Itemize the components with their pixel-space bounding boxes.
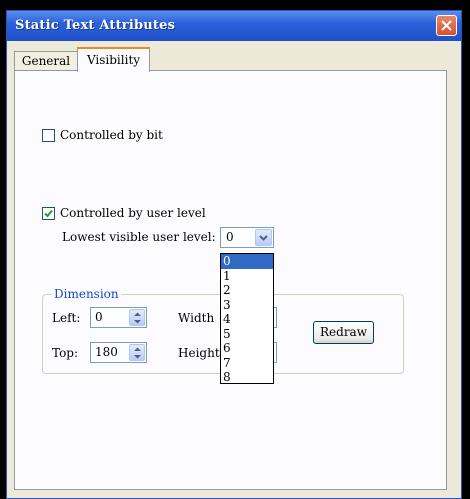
dropdown-option-3[interactable]: 3 <box>221 298 273 313</box>
dropdown-option-4[interactable]: 4 <box>221 312 273 327</box>
redraw-button[interactable]: Redraw <box>313 321 374 344</box>
controlled-by-user-level-label: Controlled by user level <box>60 206 206 220</box>
controlled-by-user-level-row[interactable]: Controlled by user level <box>42 206 206 220</box>
close-button[interactable] <box>436 15 457 36</box>
dimension-group-title: Dimension <box>52 287 121 301</box>
title-bar: Static Text Attributes <box>7 11 461 41</box>
close-icon <box>441 20 452 31</box>
top-spin-buttons[interactable] <box>129 344 145 361</box>
lowest-visible-user-level-label: Lowest visible user level: <box>62 230 216 244</box>
dropdown-option-8[interactable]: 8 <box>221 370 273 385</box>
checkmark-icon <box>44 209 53 217</box>
left-label: Left: <box>52 311 81 325</box>
spin-arrows-icon <box>134 347 141 359</box>
controlled-by-bit-checkbox[interactable] <box>42 128 55 142</box>
height-label: Height: <box>178 346 224 360</box>
controlled-by-user-level-checkbox[interactable] <box>42 206 55 220</box>
dropdown-option-7[interactable]: 7 <box>221 356 273 371</box>
dropdown-option-2[interactable]: 2 <box>221 283 273 298</box>
user-level-dropdown-list: 0 1 2 3 4 5 6 7 8 <box>220 253 274 384</box>
left-spin-buttons[interactable] <box>129 309 145 326</box>
controlled-by-bit-label: Controlled by bit <box>60 128 163 142</box>
user-level-select[interactable]: 0 <box>220 227 274 248</box>
spin-arrows-icon <box>134 312 141 324</box>
window-title: Static Text Attributes <box>15 18 176 33</box>
top-spinner[interactable]: 180 <box>90 342 147 363</box>
dropdown-option-0[interactable]: 0 <box>221 254 273 269</box>
tab-general[interactable]: General <box>14 51 78 70</box>
left-spinner[interactable]: 0 <box>90 307 147 328</box>
user-level-selected-value: 0 <box>226 230 234 244</box>
top-value: 180 <box>95 345 118 359</box>
left-value: 0 <box>95 310 103 324</box>
dropdown-option-5[interactable]: 5 <box>221 327 273 342</box>
dropdown-option-6[interactable]: 6 <box>221 341 273 356</box>
top-label: Top: <box>52 346 79 360</box>
tab-visibility[interactable]: Visibility <box>77 47 150 72</box>
dropdown-button[interactable] <box>255 229 272 246</box>
dropdown-option-1[interactable]: 1 <box>221 269 273 284</box>
controlled-by-bit-row[interactable]: Controlled by bit <box>42 128 163 142</box>
chevron-down-icon <box>259 235 268 241</box>
width-label: Width <box>178 311 215 325</box>
